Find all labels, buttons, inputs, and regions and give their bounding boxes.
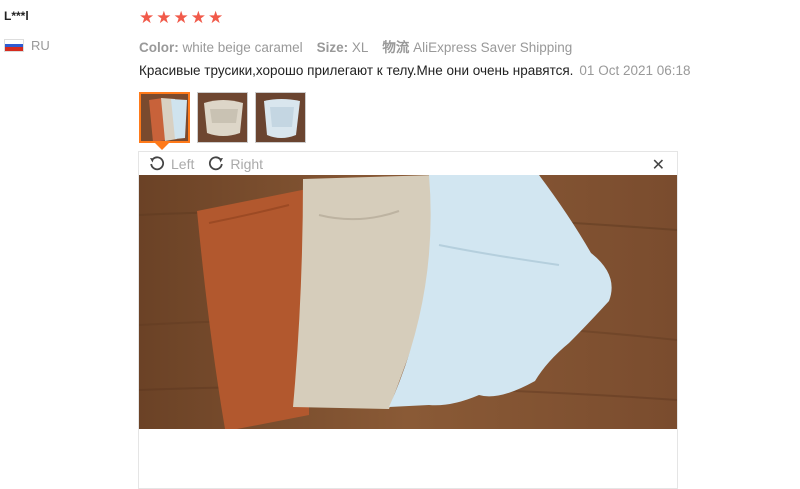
size-label: Size:	[316, 40, 349, 55]
review-photo	[139, 175, 677, 429]
rotate-right-button[interactable]: Right	[208, 156, 263, 172]
rotate-left-icon	[150, 155, 165, 170]
thumbnail-photo-2[interactable]	[197, 92, 248, 143]
country-code: RU	[31, 38, 50, 53]
rotate-right-label: Right	[230, 155, 264, 172]
image-viewer: Left Right ✕	[138, 151, 678, 489]
star-rating: ★ ★ ★ ★ ★	[139, 9, 223, 27]
size-value: XL	[351, 40, 369, 55]
shipping-value: AliExpress Saver Shipping	[413, 40, 573, 55]
review-thumbnails	[139, 92, 306, 143]
shipping-label: 物流	[382, 40, 410, 55]
star-icon: ★	[139, 8, 155, 27]
rotate-left-label: Left	[171, 155, 195, 172]
thumbnail-image	[198, 93, 247, 142]
color-label: Color:	[139, 40, 179, 55]
color-value: white beige caramel	[182, 40, 303, 55]
reviewer-name: L***l	[4, 9, 29, 23]
star-icon: ★	[173, 8, 189, 27]
thumbnail-photo-3[interactable]	[255, 92, 306, 143]
reviewer-country: RU	[4, 38, 50, 53]
star-icon: ★	[208, 8, 224, 27]
sku-info: Color: white beige caramel Size: XL 物流 Ali…	[139, 36, 572, 56]
thumbnail-photo-1[interactable]	[139, 92, 190, 143]
active-thumbnail-indicator	[155, 143, 169, 150]
star-icon: ★	[156, 8, 172, 27]
star-icon: ★	[190, 8, 206, 27]
close-icon[interactable]: ✕	[652, 155, 665, 175]
review-photo-image	[139, 175, 677, 429]
rotate-right-icon	[209, 155, 224, 170]
review-text: Красивые трусики,хорошо прилегают к телу…	[139, 63, 574, 78]
review-date: 01 Oct 2021 06:18	[579, 63, 691, 78]
viewer-toolbar: Left Right ✕	[139, 152, 677, 175]
review-content: Красивые трусики,хорошо прилегают к телу…	[139, 63, 691, 78]
thumbnail-image	[141, 94, 188, 141]
thumbnail-image	[256, 93, 305, 142]
rotate-left-button[interactable]: Left	[149, 156, 194, 172]
russia-flag-icon	[4, 39, 24, 52]
